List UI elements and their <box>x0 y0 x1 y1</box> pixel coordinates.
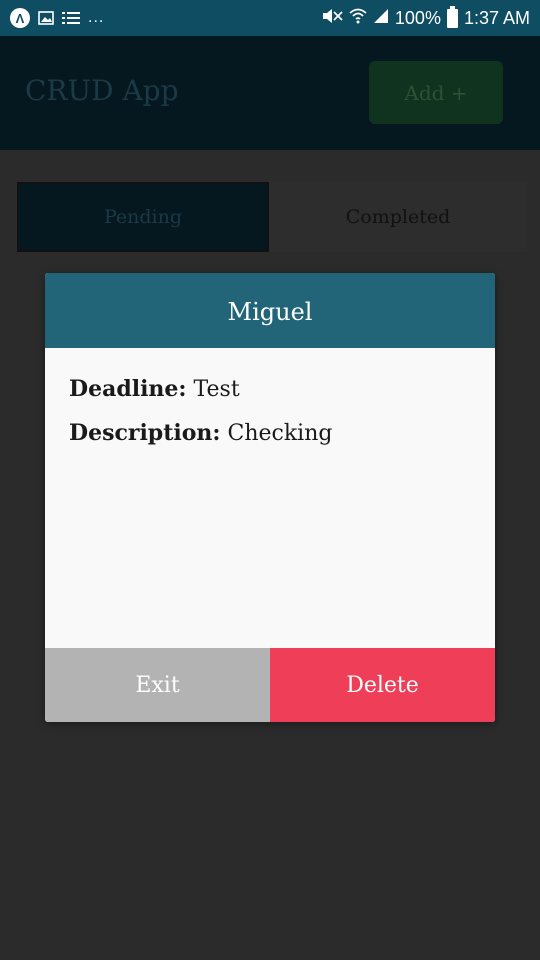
deadline-label: Deadline: <box>69 376 187 402</box>
tab-completed[interactable]: Completed <box>269 182 527 252</box>
app-header: CRUD App Add + <box>0 36 540 150</box>
status-bar: Λ ... 100% 1:37 AM <box>0 0 540 36</box>
battery-icon <box>446 5 458 28</box>
notification-more: ... <box>88 9 105 26</box>
deadline-row: Deadline: Test <box>69 376 471 402</box>
tab-bar: Pending Completed <box>17 182 527 252</box>
mute-icon <box>321 8 343 29</box>
modal-body: Deadline: Test Description: Checking <box>45 348 495 648</box>
modal-header: Miguel <box>45 273 495 348</box>
description-row: Description: Checking <box>69 420 471 446</box>
description-value: Checking <box>227 421 333 446</box>
deadline-value: Test <box>193 377 240 402</box>
add-button[interactable]: Add + <box>369 61 503 124</box>
status-left: Λ ... <box>10 8 104 28</box>
task-detail-modal: Miguel Deadline: Test Description: Check… <box>45 273 495 722</box>
app-title: CRUD App <box>25 74 179 107</box>
clock: 1:37 AM <box>463 7 530 28</box>
list-icon <box>62 11 80 25</box>
image-icon <box>38 11 54 25</box>
description-label: Description: <box>69 420 221 446</box>
wifi-icon <box>349 8 367 29</box>
app-icon: Λ <box>10 8 30 28</box>
signal-icon <box>373 8 389 29</box>
modal-footer: Exit Delete <box>45 648 495 722</box>
delete-button[interactable]: Delete <box>270 648 495 722</box>
battery-percent: 100% <box>394 7 441 28</box>
exit-button[interactable]: Exit <box>45 648 270 722</box>
status-right: 100% 1:37 AM <box>315 5 530 29</box>
tab-pending[interactable]: Pending <box>17 182 269 252</box>
modal-title: Miguel <box>227 297 313 326</box>
